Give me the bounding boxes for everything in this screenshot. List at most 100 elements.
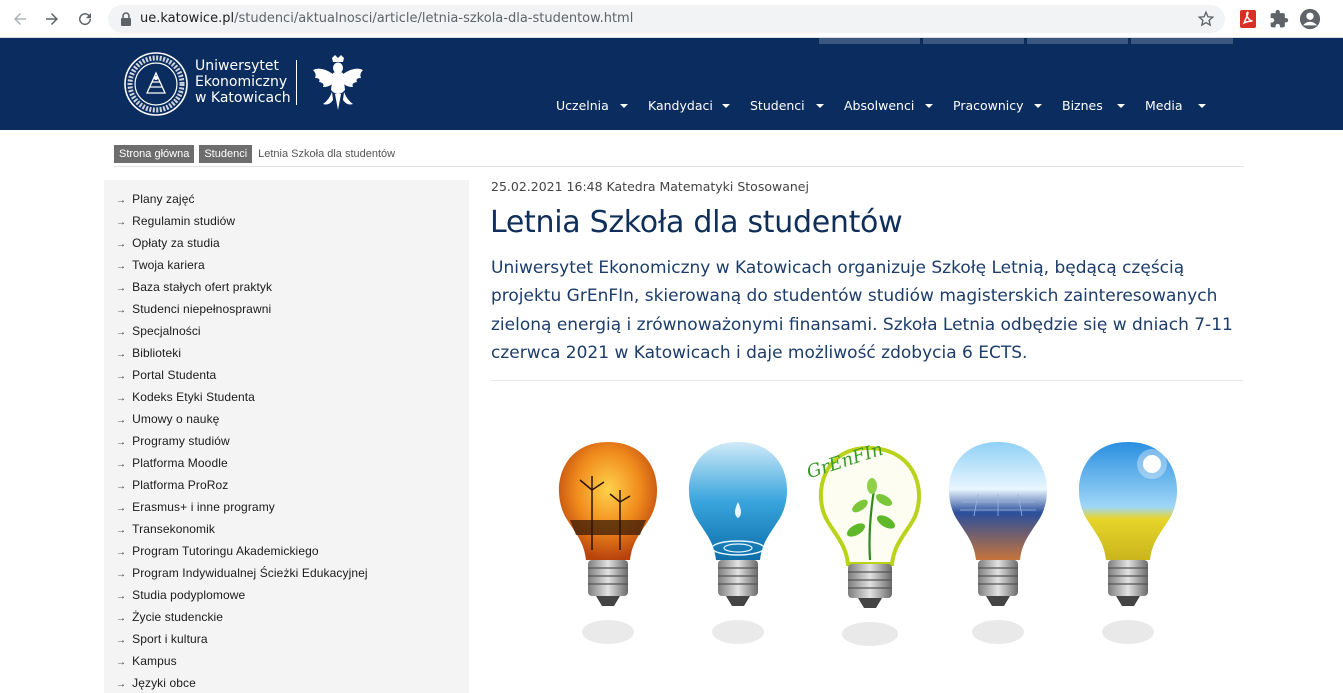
- forward-icon[interactable]: [41, 8, 63, 30]
- sidebar-item-label: Regulamin studiów: [132, 214, 236, 228]
- sidebar-menu: → Plany zajęć → Regulamin studiów → Opłaty …: [104, 180, 469, 693]
- sidebar-item[interactable]: → Kodeks Etyki Studenta: [116, 390, 255, 404]
- sidebar-item[interactable]: → Baza stałych ofert praktyk: [116, 280, 272, 294]
- nav-pracownicy[interactable]: Pracownicy: [953, 98, 1042, 113]
- sidebar-item-label: Sport i kultura: [132, 632, 208, 646]
- sidebar-item-label: Platforma Moodle: [132, 456, 228, 470]
- bulb-grenfin-logo: GrEnFIn: [804, 439, 921, 608]
- caret-down-icon: [816, 104, 824, 108]
- sidebar-item-label: Platforma ProRoz: [132, 478, 229, 492]
- nav-label: Uczelnia: [556, 98, 609, 113]
- breadcrumb: Strona główna Studenci Letnia Szkoła dla…: [114, 145, 395, 163]
- arrow-right-icon: →: [116, 437, 127, 448]
- sidebar-item-label: Programy studiów: [132, 434, 230, 448]
- site-header: Uniwersytet Ekonomiczny w Katowicach Ucz…: [0, 38, 1343, 130]
- sidebar-item-label: Biblioteki: [132, 346, 182, 360]
- nav-label: Pracownicy: [953, 98, 1024, 113]
- star-icon[interactable]: [1197, 10, 1215, 28]
- nav-biznes[interactable]: Biznes: [1062, 98, 1125, 113]
- polish-eagle-logo: [313, 55, 363, 110]
- back-icon[interactable]: [9, 8, 31, 30]
- sidebar-item[interactable]: → Studenci niepełnosprawni: [116, 302, 271, 316]
- arrow-right-icon: →: [116, 239, 127, 250]
- sidebar-item[interactable]: → Platforma ProRoz: [116, 478, 228, 492]
- university-name[interactable]: Uniwersytet Ekonomiczny w Katowicach: [195, 58, 291, 106]
- nav-uczelnia[interactable]: Uczelnia: [556, 98, 628, 113]
- arrow-right-icon: →: [116, 481, 127, 492]
- extensions-icon[interactable]: [1269, 9, 1289, 29]
- sidebar-item-label: Opłaty za studia: [132, 236, 220, 250]
- sidebar-item[interactable]: → Opłaty za studia: [116, 236, 220, 250]
- sidebar-item-label: Studia podyplomowe: [132, 588, 246, 602]
- caret-down-icon: [1034, 104, 1042, 108]
- top-utility-tab[interactable]: [923, 38, 1024, 44]
- profile-icon[interactable]: [1299, 8, 1321, 30]
- arrow-right-icon: →: [116, 525, 127, 536]
- sidebar-item[interactable]: → Portal Studenta: [116, 368, 216, 382]
- arrow-right-icon: →: [116, 327, 127, 338]
- nav-kandydaci[interactable]: Kandydaci: [648, 98, 730, 113]
- caret-down-icon: [620, 104, 628, 108]
- arrow-right-icon: →: [116, 657, 127, 668]
- address-bar[interactable]: ue.katowice.pl/studenci/aktualnosci/arti…: [108, 5, 1225, 33]
- sidebar-item[interactable]: → Życie studenckie: [116, 610, 223, 624]
- nav-studenci[interactable]: Studenci: [750, 98, 824, 113]
- caret-down-icon: [1117, 104, 1125, 108]
- university-seal-logo[interactable]: [123, 51, 189, 117]
- reload-icon[interactable]: [74, 8, 96, 30]
- nav-media[interactable]: Media: [1145, 98, 1206, 113]
- sidebar-item[interactable]: → Języki obce: [116, 676, 196, 690]
- arrow-right-icon: →: [116, 349, 127, 360]
- sidebar-item[interactable]: → Plany zajęć: [116, 192, 195, 206]
- bulb-solar-field: [1078, 442, 1178, 606]
- sidebar-item[interactable]: → Umowy o naukę: [116, 412, 219, 426]
- url-path: /studenci/aktualnosci/article/letnia-szk…: [234, 11, 634, 26]
- top-utility-tab[interactable]: [1131, 38, 1233, 44]
- nav-label: Media: [1145, 98, 1183, 113]
- sidebar-item[interactable]: → Transekonomik: [116, 522, 215, 536]
- top-utility-tab[interactable]: [819, 38, 920, 44]
- sidebar-item[interactable]: → Biblioteki: [116, 346, 181, 360]
- bulb-solar-energy: [948, 442, 1048, 606]
- breadcrumb-divider: [114, 166, 1244, 167]
- sidebar-item[interactable]: → Sport i kultura: [116, 632, 208, 646]
- arrow-right-icon: →: [116, 195, 127, 206]
- sidebar-item-label: Studenci niepełnosprawni: [132, 302, 272, 316]
- logo-line: w Katowicach: [195, 90, 291, 106]
- article-hero-image: GrEnFIn: [500, 410, 1233, 685]
- sidebar-item[interactable]: → Programy studiów: [116, 434, 230, 448]
- nav-absolwenci[interactable]: Absolwenci: [844, 98, 933, 113]
- logo-line: Ekonomiczny: [195, 74, 288, 90]
- top-utility-tab[interactable]: [1027, 38, 1128, 44]
- sidebar-item-label: Baza stałych ofert praktyk: [132, 280, 273, 294]
- sidebar-item-label: Umowy o naukę: [132, 412, 220, 426]
- sidebar-item[interactable]: → Erasmus+ i inne programy: [116, 500, 275, 514]
- breadcrumb-current: Letnia Szkoła dla studentów: [258, 148, 396, 160]
- sidebar-item[interactable]: → Kampus: [116, 654, 177, 668]
- pdf-icon[interactable]: [1238, 9, 1258, 29]
- arrow-right-icon: →: [116, 393, 127, 404]
- arrow-right-icon: →: [116, 591, 127, 602]
- breadcrumb-home[interactable]: Strona główna: [114, 145, 195, 163]
- sidebar-item[interactable]: → Specjalności: [116, 324, 201, 338]
- arrow-right-icon: →: [116, 217, 127, 228]
- arrow-right-icon: →: [116, 371, 127, 382]
- breadcrumb-studenci[interactable]: Studenci: [199, 145, 253, 163]
- sidebar-item[interactable]: → Program Tutoringu Akademickiego: [116, 544, 319, 558]
- bulb-wind-energy: [558, 442, 658, 606]
- nav-label: Absolwenci: [844, 98, 915, 113]
- arrow-right-icon: →: [116, 283, 127, 294]
- sidebar-item[interactable]: → Twoja kariera: [116, 258, 205, 272]
- article-divider: [491, 380, 1243, 381]
- sidebar-item[interactable]: → Platforma Moodle: [116, 456, 228, 470]
- arrow-right-icon: →: [116, 305, 127, 316]
- browser-toolbar: ue.katowice.pl/studenci/aktualnosci/arti…: [0, 0, 1343, 38]
- article-lead: Uniwersytet Ekonomiczny w Katowicach org…: [491, 258, 1233, 364]
- caret-down-icon: [722, 104, 730, 108]
- arrow-right-icon: →: [116, 569, 127, 580]
- sidebar-item-label: Specjalności: [132, 324, 201, 338]
- logo-line: Uniwersytet: [195, 58, 279, 74]
- sidebar-item[interactable]: → Program Indywidualnej Ścieżki Edukacyjn…: [116, 566, 368, 580]
- sidebar-item[interactable]: → Regulamin studiów: [116, 214, 235, 228]
- sidebar-item[interactable]: → Studia podyplomowe: [116, 588, 245, 602]
